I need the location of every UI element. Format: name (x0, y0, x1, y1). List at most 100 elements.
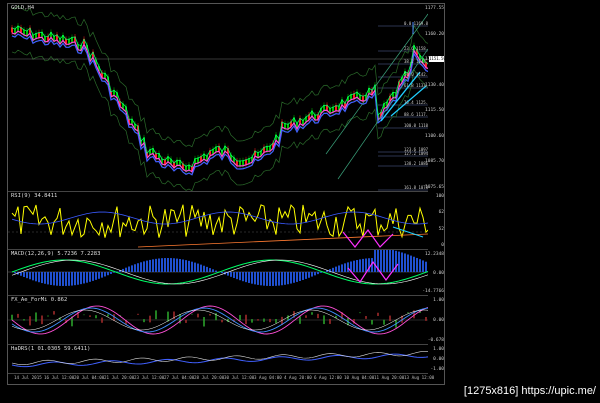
fx-histogram-bar (257, 319, 259, 321)
macd-histogram-bar (344, 263, 346, 272)
time-axis-label: 14 Jul 2015 (14, 375, 42, 380)
hadrs-pane[interactable]: HaDRS(1 01.0305 59.6411) (8, 345, 428, 374)
fx-histogram-bar (329, 318, 331, 324)
macd-histogram-bar (173, 258, 175, 272)
axis-tick-label: 0.00 (433, 270, 444, 276)
fx-histogram-bar (101, 317, 103, 323)
macd-histogram-bar (236, 272, 238, 280)
macd-histogram-bar (140, 262, 142, 272)
fx-histogram-bar (155, 310, 157, 320)
macd-histogram-bar (131, 265, 133, 272)
macd-histogram-bar (128, 266, 130, 272)
macd-histogram-bar (83, 272, 85, 284)
macd-histogram-bar (293, 272, 295, 283)
axis-tick-label: 0.00 (433, 357, 444, 362)
macd-histogram-bar (89, 272, 91, 282)
macd-histogram-bar (413, 256, 415, 272)
macd-histogram-bar (146, 260, 148, 272)
fx-histogram-bar (203, 317, 205, 327)
macd-histogram-bar (359, 259, 361, 272)
macd-histogram-bar (41, 272, 43, 284)
hadrs-line-blue (11, 353, 428, 368)
macd-histogram-bar (320, 272, 322, 273)
macd-histogram-bar (251, 272, 253, 284)
macd-histogram-bar (284, 272, 286, 285)
macd-axis: 12.2348 0.00 -14.7766 (422, 250, 444, 295)
macd-histogram-bar (332, 267, 334, 272)
fx-histogram-bar (407, 312, 409, 314)
fx-histogram-bar (377, 312, 379, 316)
fx-histogram-bar (209, 314, 211, 316)
macd-histogram-bar (167, 258, 169, 272)
macd-histogram-bar (191, 261, 193, 272)
main-pane-label: GOLD,H4 (11, 5, 35, 11)
macd-histogram-bar (233, 272, 235, 279)
macd-histogram-bar (53, 272, 55, 286)
fx-histogram-bar (245, 314, 247, 325)
axis-tick-label: 62 (438, 210, 444, 216)
fx-histogram-bar (251, 319, 253, 323)
macd-histogram-bar (248, 272, 250, 283)
rsi-axis: 100 62 52 0 (429, 192, 444, 249)
fx-pane[interactable]: FX_Ae_ForMi 0.862 (8, 296, 428, 345)
macd-histogram-bar (38, 272, 40, 283)
macd-pane[interactable]: MACD(12,26,9) 5.7236 7.2283 (8, 250, 428, 296)
macd-histogram-bar (386, 250, 388, 272)
macd-histogram-bar (410, 255, 412, 272)
axis-tick-label: 12.2348 (425, 252, 444, 257)
axis-tick-label: 1.00 (433, 347, 444, 352)
macd-histogram-bar (155, 258, 157, 272)
fibo-level-label: 76.4 1125.40 (404, 100, 428, 105)
macd-histogram-bar (263, 272, 265, 286)
axis-tick-label: 1.00 (433, 298, 444, 303)
macd-histogram-bar (164, 258, 166, 272)
macd-histogram-bar (152, 259, 154, 272)
macd-histogram-bar (92, 272, 94, 281)
fx-histogram-bar (23, 319, 25, 321)
macd-histogram-bar (305, 272, 307, 279)
macd-histogram-bar (281, 272, 283, 286)
macd-histogram-bar (32, 272, 34, 281)
fx-axis: 1.00 0.00 -0.678 (428, 296, 444, 344)
macd-histogram-bar (308, 272, 310, 278)
macd-histogram-bar (392, 250, 394, 272)
macd-histogram-bar (134, 264, 136, 272)
rsi-pane[interactable]: RSI(9) 34.8411 (8, 192, 428, 250)
macd-histogram-bar (275, 272, 277, 286)
axis-tick-label: -1.00 (430, 367, 444, 372)
macd-histogram-bar (242, 272, 244, 282)
macd-histogram-bar (317, 272, 319, 275)
axis-tick-label: 52 (438, 226, 444, 232)
macd-histogram-bar (14, 272, 16, 274)
main-price-pane[interactable]: GOLD,H4 0.0 1169.8023.6 1158.6038.2 1147… (8, 4, 428, 192)
macd-histogram-bar (200, 264, 202, 272)
fx-histogram-bar (263, 318, 265, 322)
macd-histogram-bar (206, 266, 208, 272)
macd-histogram-bar (209, 268, 211, 272)
time-axis-label: 27 Jul 04:00 (164, 375, 195, 380)
macd-histogram-bar (401, 252, 403, 272)
macd-histogram-bar (221, 272, 223, 274)
macd-histogram-bar (347, 262, 349, 272)
macd-histogram-bar (158, 258, 160, 272)
fx-histogram-bar (143, 319, 145, 323)
macd-histogram-bar (245, 272, 247, 283)
macd-histogram-bar (176, 258, 178, 272)
axis-tick-label: 1160.20 (425, 31, 444, 37)
time-axis-label: 13 Aug 12:00 (404, 375, 435, 380)
macd-histogram-bar (125, 267, 127, 272)
time-axis-label: 21 Jul 20:00 (104, 375, 135, 380)
axis-tick-label: 1177.55 (425, 6, 444, 11)
macd-histogram-bar (110, 272, 112, 274)
macd-histogram-bar (215, 270, 217, 272)
macd-histogram-bar (311, 272, 313, 277)
macd-histogram-bar (296, 272, 298, 282)
axis-tick-label: -14.7766 (422, 289, 444, 294)
fibo-level-label: 50.0 1142.10 (404, 72, 428, 77)
price-axis: 1177.551160.201145.301130.401115.501100.… (425, 4, 444, 191)
rsi-divergence-lines (342, 228, 394, 248)
macd-histogram-bar (266, 272, 268, 286)
fx-histogram-bar (47, 315, 49, 317)
axis-tick-label: 1130.40 (425, 82, 444, 88)
macd-histogram-bar (314, 272, 316, 276)
